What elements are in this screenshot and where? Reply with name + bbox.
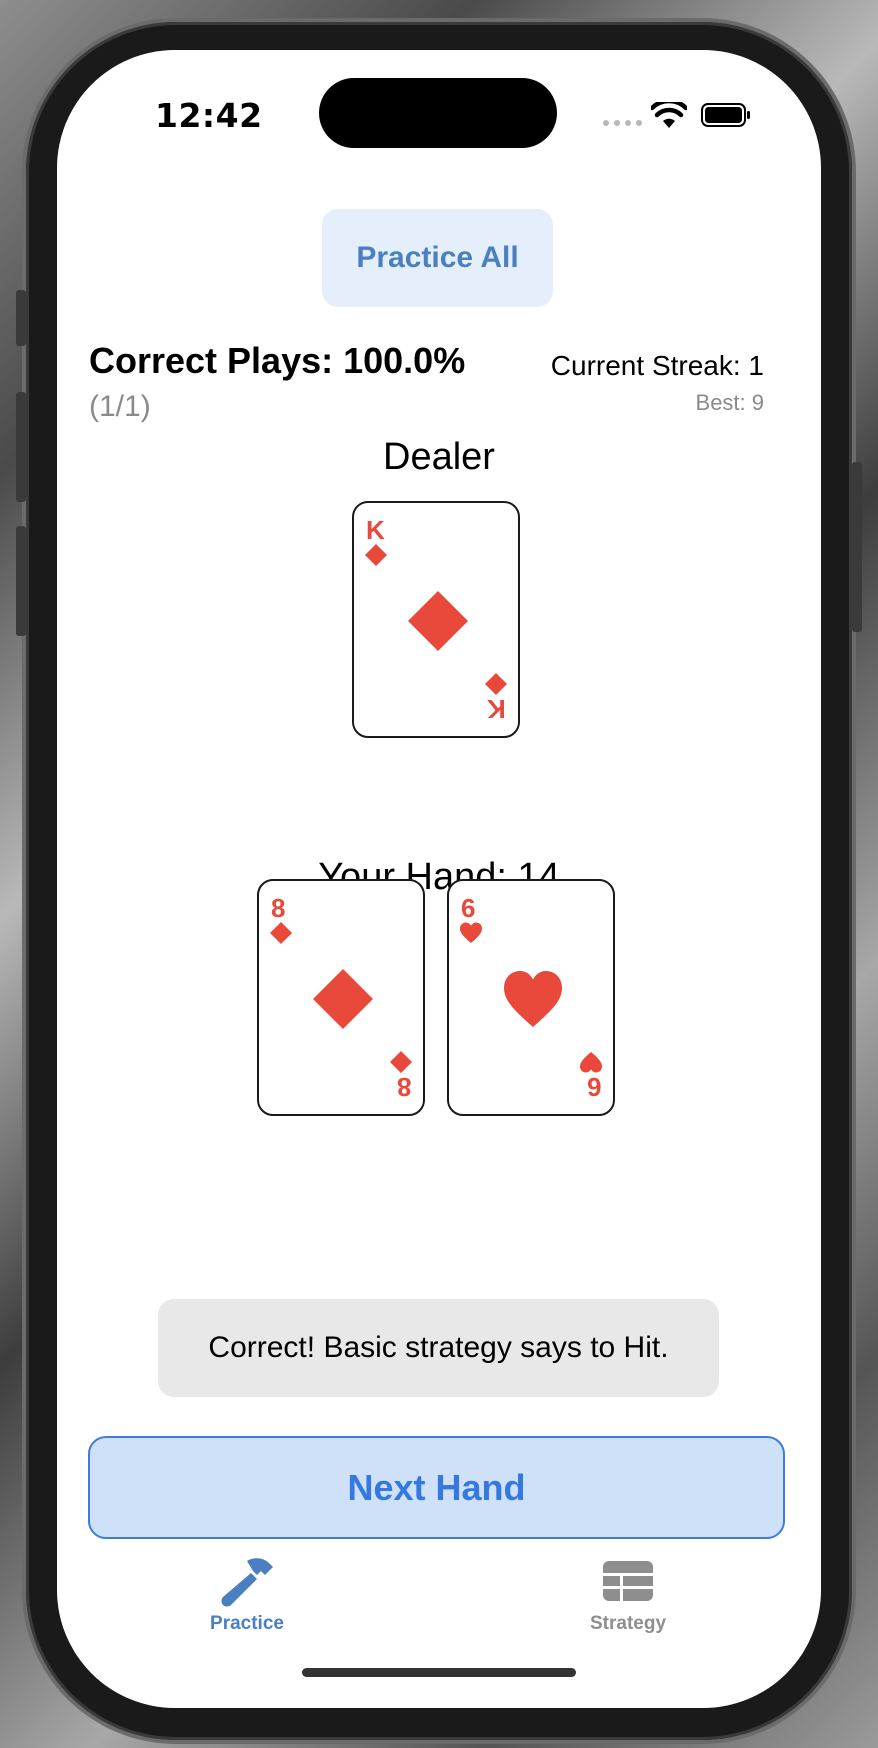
diamond-suit-icon <box>270 922 292 944</box>
correct-plays-stat: Correct Plays: 100.0% <box>89 340 466 381</box>
feedback-message: Correct! Basic strategy says to Hit. <box>158 1299 719 1397</box>
app-screen: 12:42 Practice All Correct Plays: 100.0%… <box>57 50 821 1708</box>
silent-switch <box>16 290 26 346</box>
volume-up-button <box>16 392 26 502</box>
diamond-suit-icon <box>408 591 468 651</box>
dealer-label: Dealer <box>383 436 495 478</box>
next-hand-button[interactable]: Next Hand <box>88 1436 785 1539</box>
card-rank: 8 <box>271 893 286 923</box>
power-button <box>852 462 862 632</box>
dynamic-island <box>319 78 557 148</box>
table-grid-icon <box>603 1561 653 1601</box>
status-time: 12:42 <box>155 96 263 135</box>
card-rank: K <box>366 515 385 545</box>
current-streak: Current Streak: 1 <box>550 350 764 381</box>
card-rank: 6 <box>586 1072 601 1102</box>
heart-suit-icon <box>460 922 482 943</box>
diamond-suit-icon <box>365 544 387 566</box>
tab-practice[interactable]: Practice <box>167 1555 327 1635</box>
tab-label: Practice <box>210 1613 284 1634</box>
home-indicator[interactable] <box>302 1668 576 1677</box>
practice-all-button[interactable]: Practice All <box>322 209 553 307</box>
card-rank: 8 <box>396 1072 411 1102</box>
wifi-icon <box>651 102 687 128</box>
tab-strategy[interactable]: Strategy <box>548 1555 708 1635</box>
heart-suit-icon <box>504 971 562 1027</box>
card-rank: K <box>487 694 506 724</box>
best-streak: Best: 9 <box>695 390 764 415</box>
correct-count: (1/1) <box>89 390 151 423</box>
tab-label: Strategy <box>589 1613 667 1634</box>
cellular-signal-icon <box>603 120 642 126</box>
dealer-card: K K <box>352 501 520 738</box>
hammer-icon <box>221 1558 273 1607</box>
volume-down-button <box>16 526 26 636</box>
battery-icon <box>701 103 750 127</box>
player-card: 8 8 <box>257 879 425 1116</box>
card-rank: 6 <box>461 893 476 923</box>
diamond-suit-icon <box>313 969 373 1029</box>
player-card: 6 6 <box>447 879 615 1116</box>
player-hand-label: Your Hand: 14 <box>318 856 560 898</box>
